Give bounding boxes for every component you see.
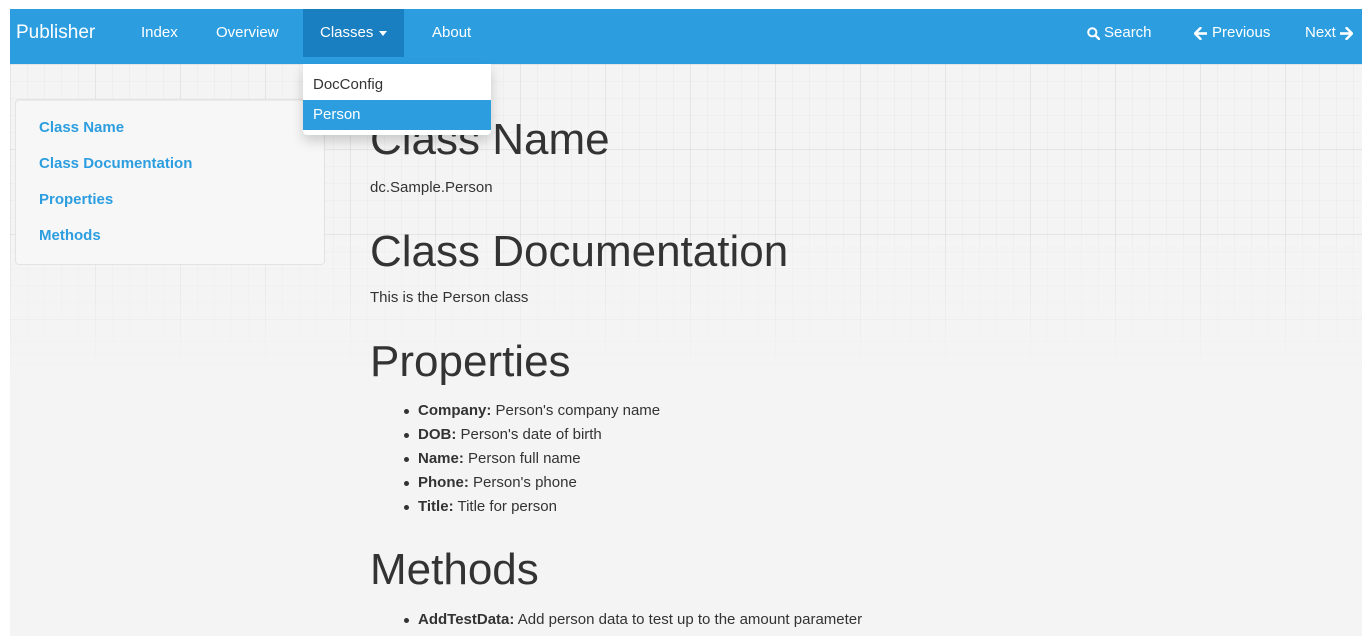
property-name: Name: [418,450,464,467]
top-navbar: Publisher Index Overview Classes About S… [10,9,1362,64]
search-icon [1087,26,1100,40]
sidebar-link-methods[interactable]: Methods [39,226,101,246]
nav-overview[interactable]: Overview [216,9,279,57]
property-desc: Person full name [468,450,581,467]
search-label: Search [1104,24,1152,41]
list-item: Phone: Person's phone [370,471,660,495]
sidebar-link-properties[interactable]: Properties [39,190,113,210]
dropdown-item-person[interactable]: Person [303,100,491,130]
sidebar-link-class-documentation[interactable]: Class Documentation [39,154,192,174]
properties-list: Company: Person's company name DOB: Pers… [370,399,660,519]
nav-classes-label: Classes [320,24,374,41]
property-desc: Title for person [457,498,557,515]
sidebar-nav: Class Name Class Documentation Propertie… [15,99,325,265]
previous-link[interactable]: Previous [1194,9,1270,57]
class-documentation-heading: Class Documentation [370,227,789,276]
list-item: Title: Title for person [370,495,660,519]
property-desc: Person's company name [495,402,661,419]
list-item: DOB: Person's date of birth [370,423,660,447]
left-border [0,0,10,636]
classes-dropdown-menu: DocConfig Person [303,64,491,135]
caret-down-icon [379,30,388,36]
dropdown-item-docconfig[interactable]: DocConfig [303,70,491,100]
nav-index[interactable]: Index [141,9,178,57]
arrow-left-icon [1194,26,1207,40]
list-item: Company: Person's company name [370,399,660,423]
methods-list: AddTestData: Add person data to test up … [370,608,862,632]
class-documentation-text: This is the Person class [370,289,529,306]
arrow-right-icon [1339,26,1353,40]
previous-label: Previous [1212,24,1271,41]
nav-classes[interactable]: Classes [303,9,405,57]
sidebar-link-class-name[interactable]: Class Name [39,118,124,138]
list-item: Name: Person full name [370,447,660,471]
brand-link[interactable]: Publisher [16,9,95,64]
property-desc: Person's date of birth [460,426,602,443]
method-name: AddTestData: [418,611,515,628]
property-name: Title: [418,498,454,515]
method-desc: Add person data to test up to the amount… [517,611,863,628]
property-name: Phone: [418,474,469,491]
property-name: Company: [418,402,492,419]
next-label: Next [1305,24,1336,41]
methods-heading: Methods [370,545,539,594]
properties-heading: Properties [370,337,571,386]
nav-about[interactable]: About [432,9,471,57]
search-link[interactable]: Search [1087,9,1152,57]
top-border [0,0,1362,9]
list-item: AddTestData: Add person data to test up … [370,608,862,632]
property-name: DOB: [418,426,457,443]
next-link[interactable]: Next [1305,9,1353,57]
class-name-value: dc.Sample.Person [370,179,493,196]
property-desc: Person's phone [473,474,577,491]
